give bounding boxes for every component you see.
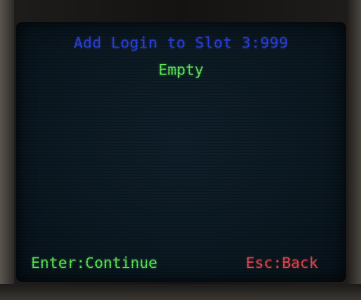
device-bezel: Add Login to Slot 3:999 Empty Enter:Cont… — [0, 0, 361, 300]
bezel-left-edge — [0, 0, 14, 300]
screen-title: Add Login to Slot 3:999 — [73, 34, 289, 52]
continue-softkey[interactable]: Enter:Continue — [31, 254, 157, 272]
bezel-bottom-edge — [0, 284, 361, 300]
bezel-right-edge — [347, 0, 361, 300]
slot-status: Empty — [158, 61, 204, 79]
lcd-screen: Add Login to Slot 3:999 Empty Enter:Cont… — [16, 22, 346, 282]
back-softkey[interactable]: Esc:Back — [246, 254, 318, 272]
